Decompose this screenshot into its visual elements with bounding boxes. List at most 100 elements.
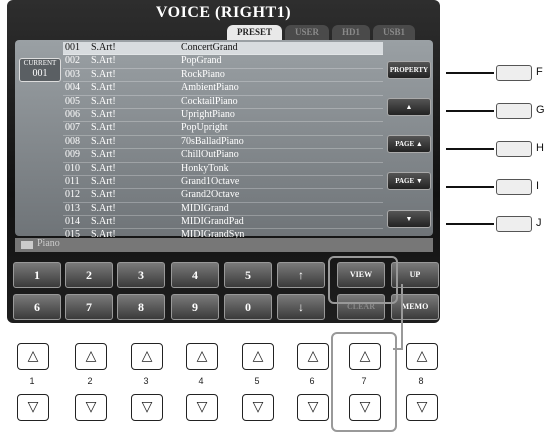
panel-button-1-up[interactable]: △ bbox=[17, 343, 49, 370]
voice-category: S.Art! bbox=[91, 55, 116, 67]
voice-number: 003 bbox=[65, 68, 80, 80]
voice-row[interactable]: 013 S.Art! MIDIGrand bbox=[63, 202, 383, 217]
key-5[interactable]: 5 bbox=[224, 262, 272, 288]
panel-number-4: 4 bbox=[198, 376, 204, 386]
top-button[interactable]: ▲ bbox=[387, 98, 431, 116]
connector-line-h bbox=[393, 348, 403, 350]
key-up-arrow[interactable]: ↑ bbox=[277, 262, 325, 288]
panel-number-1: 1 bbox=[29, 376, 35, 386]
label-j: J bbox=[536, 217, 542, 229]
ext-button-h[interactable] bbox=[496, 141, 532, 157]
voice-row[interactable]: 004 S.Art! AmbientPiano bbox=[63, 82, 383, 96]
panel-button-2-down[interactable]: ▽ bbox=[75, 394, 107, 421]
voice-row[interactable]: 009 S.Art! ChillOutPiano bbox=[63, 149, 383, 163]
ext-button-f[interactable] bbox=[496, 65, 532, 81]
panel-button-5-up[interactable]: △ bbox=[242, 343, 274, 370]
voice-name: Grand2Octave bbox=[181, 189, 240, 201]
key-3[interactable]: 3 bbox=[117, 262, 165, 288]
panel-number-7: 7 bbox=[361, 376, 367, 386]
panel-button-4-down[interactable]: ▽ bbox=[186, 394, 218, 421]
i-line bbox=[446, 186, 494, 188]
label-i: I bbox=[536, 180, 540, 192]
panel-button-3-up[interactable]: △ bbox=[131, 343, 163, 370]
memo-button[interactable]: MEMO bbox=[391, 294, 439, 320]
voice-category: S.Art! bbox=[91, 202, 116, 214]
panel-button-4-up[interactable]: △ bbox=[186, 343, 218, 370]
voice-row[interactable]: 006 S.Art! UprightPiano bbox=[63, 108, 383, 123]
tab-hd1[interactable]: HD1 bbox=[332, 25, 371, 41]
key-8[interactable]: 8 bbox=[117, 294, 165, 320]
g-line bbox=[446, 110, 494, 112]
voice-row[interactable]: 012 S.Art! Grand2Octave bbox=[63, 189, 383, 203]
panel-button-3-down[interactable]: ▽ bbox=[131, 394, 163, 421]
panel-number-3: 3 bbox=[143, 376, 149, 386]
voice-number: 002 bbox=[65, 55, 80, 67]
voice-category: S.Art! bbox=[91, 42, 116, 53]
panel-button-7-up[interactable]: △ bbox=[349, 343, 381, 370]
ext-button-g[interactable] bbox=[496, 103, 532, 119]
tab-user[interactable]: USER bbox=[285, 25, 330, 41]
panel-button-6-up[interactable]: △ bbox=[297, 343, 329, 370]
panel-button-8-up[interactable]: △ bbox=[406, 343, 438, 370]
panel-button-2-up[interactable]: △ bbox=[75, 343, 107, 370]
voice-row[interactable]: 011 S.Art! Grand1Octave bbox=[63, 176, 383, 190]
voice-row[interactable]: 010 S.Art! HonkyTonk bbox=[63, 163, 383, 176]
folder-icon bbox=[21, 241, 33, 249]
voice-name: PopUpright bbox=[181, 122, 228, 134]
ext-button-i[interactable] bbox=[496, 179, 532, 195]
panel-button-6-down[interactable]: ▽ bbox=[297, 394, 329, 421]
label-f: F bbox=[536, 66, 543, 78]
property-button[interactable]: PROPERTY bbox=[387, 61, 431, 79]
voice-name: MIDIGrand bbox=[181, 202, 229, 214]
voice-number: 010 bbox=[65, 162, 80, 174]
label-g: G bbox=[536, 104, 545, 116]
voice-row[interactable]: 001 S.Art! ConcertGrand bbox=[63, 42, 383, 56]
voice-row[interactable]: 014 S.Art! MIDIGrandPad bbox=[63, 216, 383, 230]
key-9[interactable]: 9 bbox=[171, 294, 219, 320]
tab-preset[interactable]: PRESET bbox=[227, 25, 283, 41]
current-number: 001 bbox=[32, 68, 48, 79]
voice-name: ConcertGrand bbox=[181, 42, 238, 53]
bottom-button[interactable]: ▼ bbox=[387, 210, 431, 228]
page-down-button[interactable]: PAGE ▼ bbox=[387, 172, 431, 190]
f-line bbox=[446, 72, 494, 74]
voice-row[interactable]: 003 S.Art! RockPiano bbox=[63, 68, 383, 83]
voice-number: 014 bbox=[65, 216, 80, 228]
voice-name: RockPiano bbox=[181, 68, 225, 80]
voice-number: 005 bbox=[65, 95, 80, 107]
voice-category: S.Art! bbox=[91, 95, 116, 107]
panel-button-5-down[interactable]: ▽ bbox=[242, 394, 274, 421]
panel-number-5: 5 bbox=[254, 376, 260, 386]
key-7[interactable]: 7 bbox=[65, 294, 113, 320]
key-0[interactable]: 0 bbox=[224, 294, 272, 320]
voice-row[interactable]: 005 S.Art! CocktailPiano bbox=[63, 96, 383, 109]
up-button[interactable]: UP bbox=[391, 262, 439, 288]
ext-button-j[interactable] bbox=[496, 216, 532, 232]
key-6[interactable]: 6 bbox=[13, 294, 61, 320]
view-highlight-outline bbox=[328, 256, 398, 304]
voice-row[interactable]: 002 S.Art! PopGrand bbox=[63, 55, 383, 69]
voice-number: 012 bbox=[65, 189, 80, 201]
voice-row[interactable]: 008 S.Art! 70sBalladPiano bbox=[63, 135, 383, 150]
panel-number-2: 2 bbox=[87, 376, 93, 386]
connector-line bbox=[401, 284, 403, 350]
panel-number-8: 8 bbox=[418, 376, 424, 386]
voice-name: CocktailPiano bbox=[181, 95, 238, 107]
tab-usb1[interactable]: USB1 bbox=[373, 25, 416, 41]
panel-button-8-down[interactable]: ▽ bbox=[406, 394, 438, 421]
page-up-button[interactable]: PAGE ▲ bbox=[387, 135, 431, 153]
voice-number: 008 bbox=[65, 135, 80, 147]
voice-category: S.Art! bbox=[91, 68, 116, 80]
panel-button-1-down[interactable]: ▽ bbox=[17, 394, 49, 421]
key-2[interactable]: 2 bbox=[65, 262, 113, 288]
voice-name: MIDIGrandPad bbox=[181, 216, 244, 228]
key-4[interactable]: 4 bbox=[171, 262, 219, 288]
voice-name: HonkyTonk bbox=[181, 162, 229, 174]
key-1[interactable]: 1 bbox=[13, 262, 61, 288]
panel-button-7-down[interactable]: ▽ bbox=[349, 394, 381, 421]
h-line bbox=[446, 148, 494, 150]
voice-name: UprightPiano bbox=[181, 108, 235, 120]
voice-row[interactable]: 007 S.Art! PopUpright bbox=[63, 122, 383, 136]
key-down-arrow[interactable]: ↓ bbox=[277, 294, 325, 320]
j-line bbox=[446, 223, 494, 225]
